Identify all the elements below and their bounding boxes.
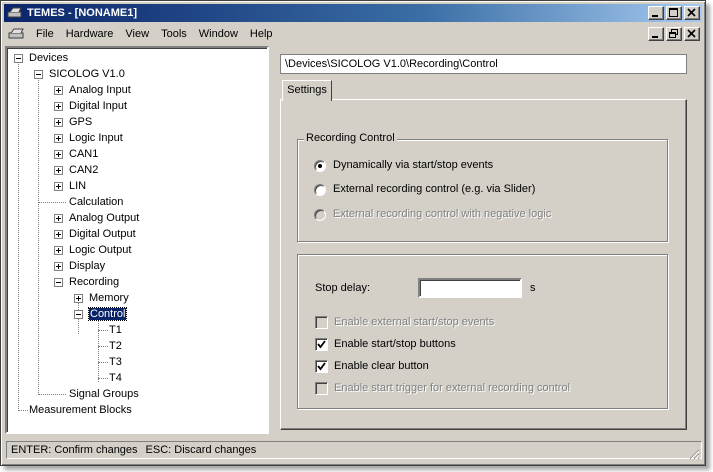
maximize-button[interactable] xyxy=(666,6,682,20)
stop-delay-unit: s xyxy=(530,282,536,294)
recording-control-group: Recording Control Dynamically via start/… xyxy=(297,132,668,242)
tree-item-lin[interactable]: LIN xyxy=(69,178,86,194)
stop-delay-label: Stop delay: xyxy=(315,282,371,294)
status-bar: ENTER: Confirm changes ESC: Discard chan… xyxy=(4,438,702,462)
stop-delay-input[interactable] xyxy=(418,278,522,298)
tree-line xyxy=(18,62,19,411)
expand-icon[interactable] xyxy=(54,182,63,191)
radio-button[interactable] xyxy=(314,160,326,172)
expand-icon[interactable] xyxy=(54,86,63,95)
restore-icon xyxy=(669,29,678,38)
checkmark-icon xyxy=(317,362,326,371)
radio-button[interactable] xyxy=(314,184,326,196)
document-icon[interactable] xyxy=(8,28,26,40)
tree-item-t1[interactable]: T1 xyxy=(109,322,122,338)
app-window: TEMES - [NONAME1] File Hardware View Too… xyxy=(0,0,706,466)
collapse-icon[interactable] xyxy=(74,310,83,319)
window-title: TEMES - [NONAME1] xyxy=(27,7,137,19)
close-icon xyxy=(687,29,696,38)
tree-item-recording[interactable]: Recording xyxy=(69,274,119,290)
tree-item-logic-output[interactable]: Logic Output xyxy=(69,242,131,258)
tree-item-t3[interactable]: T3 xyxy=(109,354,122,370)
status-hint-discard: ESC: Discard changes xyxy=(145,444,257,456)
expand-icon[interactable] xyxy=(54,134,63,143)
child-minimize-button[interactable] xyxy=(648,27,664,41)
collapse-icon[interactable] xyxy=(14,54,23,63)
device-tree[interactable]: Devices SICOLOG V1.0 Analog Input Digita… xyxy=(5,46,269,434)
status-cell: ENTER: Confirm changes ESC: Discard chan… xyxy=(6,441,702,459)
tree-item-digital-input[interactable]: Digital Input xyxy=(69,98,127,114)
tree-line xyxy=(18,410,28,411)
tree-item-digital-output[interactable]: Digital Output xyxy=(69,226,136,242)
menu-tools[interactable]: Tools xyxy=(155,28,193,40)
minimize-icon xyxy=(652,36,658,38)
tree-item-t2[interactable]: T2 xyxy=(109,338,122,354)
menu-window[interactable]: Window xyxy=(193,28,244,40)
tree-line xyxy=(98,318,99,382)
tree-item-can2[interactable]: CAN2 xyxy=(69,162,98,178)
tree-line xyxy=(98,346,108,347)
tree-item-logic-input[interactable]: Logic Input xyxy=(69,130,123,146)
tree-item-t4[interactable]: T4 xyxy=(109,370,122,386)
tree-line xyxy=(38,394,66,395)
title-bar[interactable]: TEMES - [NONAME1] xyxy=(4,4,702,22)
tree-item-device[interactable]: SICOLOG V1.0 xyxy=(49,66,125,82)
menu-bar: File Hardware View Tools Window Help xyxy=(4,24,702,44)
expand-icon[interactable] xyxy=(54,166,63,175)
close-button[interactable] xyxy=(684,6,700,20)
tree-item-display[interactable]: Display xyxy=(69,258,105,274)
checkbox[interactable] xyxy=(315,338,328,351)
checkbox xyxy=(315,316,328,329)
tree-item-can1[interactable]: CAN1 xyxy=(69,146,98,162)
tree-line xyxy=(38,78,39,393)
checkmark-icon xyxy=(317,340,326,349)
tree-item-devices[interactable]: Devices xyxy=(29,50,68,66)
menu-view[interactable]: View xyxy=(119,28,155,40)
tree-line xyxy=(38,202,66,203)
expand-icon[interactable] xyxy=(54,230,63,239)
maximize-icon xyxy=(669,8,678,17)
menu-hardware[interactable]: Hardware xyxy=(60,28,120,40)
settings-tab-page: Recording Control Dynamically via start/… xyxy=(280,99,687,430)
tree-line xyxy=(98,362,108,363)
group-title: Recording Control xyxy=(304,132,397,144)
status-hint-confirm: ENTER: Confirm changes xyxy=(11,444,138,456)
close-icon xyxy=(687,8,696,17)
expand-icon[interactable] xyxy=(54,150,63,159)
tree-item-calculation[interactable]: Calculation xyxy=(69,194,123,210)
tree-item-analog-input[interactable]: Analog Input xyxy=(69,82,131,98)
tree-item-memory[interactable]: Memory xyxy=(89,290,129,306)
minimize-icon xyxy=(652,15,658,17)
menu-file[interactable]: File xyxy=(30,28,60,40)
path-display: \Devices\SICOLOG V1.0\Recording\Control xyxy=(280,54,687,74)
radio-button xyxy=(314,209,326,221)
expand-icon[interactable] xyxy=(54,118,63,127)
tree-item-analog-output[interactable]: Analog Output xyxy=(69,210,139,226)
tab-settings[interactable]: Settings xyxy=(282,80,332,101)
tree-item-control[interactable]: Control xyxy=(87,306,128,322)
expand-icon[interactable] xyxy=(54,262,63,271)
checkbox[interactable] xyxy=(315,360,328,373)
collapse-icon[interactable] xyxy=(54,278,63,287)
expand-icon[interactable] xyxy=(54,102,63,111)
app-icon xyxy=(7,6,23,20)
expand-icon[interactable] xyxy=(54,214,63,223)
child-close-button[interactable] xyxy=(684,27,700,41)
settings-panel: \Devices\SICOLOG V1.0\Recording\Control … xyxy=(274,46,702,434)
expand-icon[interactable] xyxy=(74,294,83,303)
tree-line xyxy=(98,330,108,331)
collapse-icon[interactable] xyxy=(34,70,43,79)
resize-grip-icon[interactable] xyxy=(688,448,700,460)
expand-icon[interactable] xyxy=(54,246,63,255)
tree-item-signal-groups[interactable]: Signal Groups xyxy=(69,386,139,402)
tree-item-measurement-blocks[interactable]: Measurement Blocks xyxy=(29,402,132,418)
tree-item-gps[interactable]: GPS xyxy=(69,114,92,130)
child-restore-button[interactable] xyxy=(666,27,682,41)
tree-line xyxy=(98,378,108,379)
menu-help[interactable]: Help xyxy=(244,28,279,40)
checkbox xyxy=(315,382,328,395)
minimize-button[interactable] xyxy=(648,6,664,20)
options-group: Stop delay: s Enable external start/stop… xyxy=(297,254,668,409)
